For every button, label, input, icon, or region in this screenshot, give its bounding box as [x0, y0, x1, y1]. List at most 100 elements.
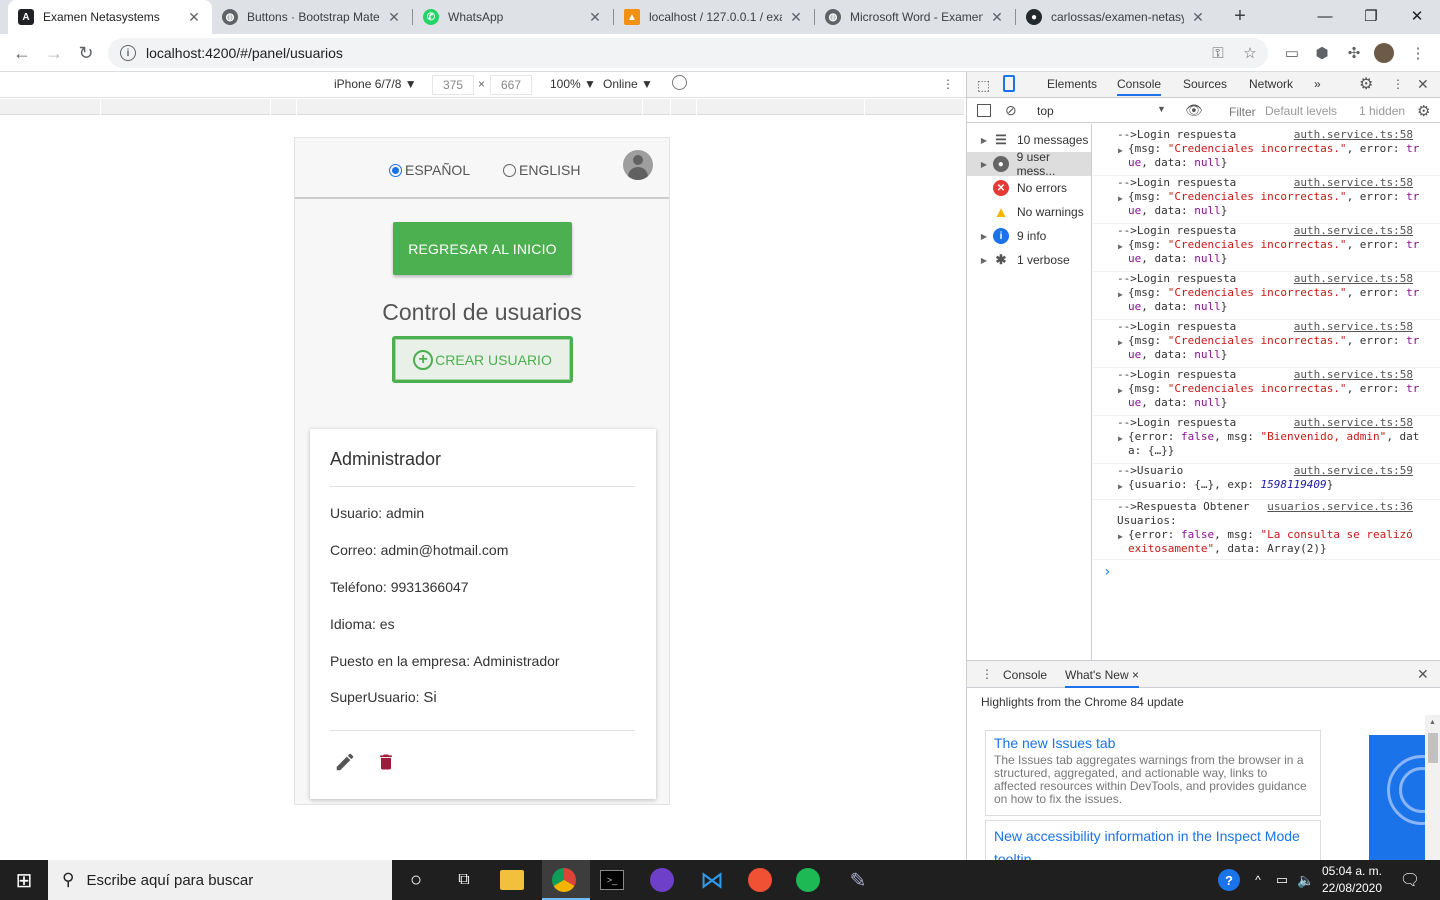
console-message[interactable]: -->Login respuesta auth.service.ts:58 ▶ … — [1093, 224, 1440, 272]
sidebar-item-errors[interactable]: ✕ No errors — [967, 176, 1091, 200]
minimize-icon[interactable]: — — [1302, 0, 1348, 32]
menu-dots-icon[interactable]: ⋮ — [1408, 43, 1428, 63]
forward-icon[interactable]: → — [40, 39, 68, 67]
whats-new-card[interactable]: The new Issues tab The Issues tab aggreg… — [985, 730, 1321, 816]
sublime-merge-icon[interactable] — [748, 868, 772, 892]
expand-object-icon[interactable]: ▶ — [1118, 242, 1123, 251]
console-message[interactable]: -->Login respuesta auth.service.ts:58 ▶ … — [1093, 416, 1440, 464]
sidebar-item-info[interactable]: ▶ i 9 info — [967, 224, 1091, 248]
create-user-button[interactable]: + CREAR USUARIO — [392, 336, 573, 383]
devtools-menu-icon[interactable]: ⋮ — [1392, 77, 1404, 91]
tab-microsoft-word[interactable]: ◍ Microsoft Word - Examen ✕ — [815, 0, 1015, 34]
bookmark-star-icon[interactable]: ☆ — [1240, 43, 1260, 63]
back-icon[interactable]: ← — [8, 39, 36, 67]
network-throttle-select[interactable]: Online ▼ — [603, 77, 653, 91]
drawer-tab-console[interactable]: Console — [1003, 668, 1047, 682]
lang-en-radio[interactable]: ENGLISH — [503, 162, 580, 178]
close-tab-icon[interactable]: ✕ — [989, 9, 1005, 26]
drawer-menu-icon[interactable]: ⋮ — [981, 667, 993, 681]
more-tabs-chevron[interactable]: » — [1314, 77, 1321, 91]
expand-object-icon[interactable]: ▶ — [1118, 532, 1123, 541]
close-devtools-icon[interactable]: ✕ — [1417, 76, 1429, 93]
rotate-icon[interactable] — [672, 75, 687, 90]
console-settings-icon[interactable]: ⚙ — [1417, 102, 1430, 120]
device-width-input[interactable]: 375 — [432, 75, 474, 95]
console-message[interactable]: -->Login respuesta auth.service.ts:58 ▶ … — [1093, 128, 1440, 176]
console-message[interactable]: -->Login respuesta auth.service.ts:58 ▶ … — [1093, 368, 1440, 416]
close-window-icon[interactable]: ✕ — [1394, 0, 1440, 32]
expand-object-icon[interactable]: ▶ — [1118, 146, 1123, 155]
log-source-link[interactable]: auth.service.ts:58 — [1294, 128, 1413, 142]
eye-icon[interactable]: 👁 — [1185, 102, 1203, 119]
close-tab-icon[interactable]: ✕ — [186, 9, 202, 26]
console-prompt[interactable]: › — [1103, 564, 1111, 580]
log-source-link[interactable]: auth.service.ts:58 — [1294, 176, 1413, 190]
tab-examen-netasystems[interactable]: A Examen Netasystems ✕ — [8, 0, 212, 34]
file-explorer-icon[interactable] — [500, 870, 524, 890]
device-select[interactable]: iPhone 6/7/8 ▼ — [334, 77, 417, 91]
whats-new-title[interactable]: The new Issues tab — [994, 735, 1312, 751]
windows-start-icon[interactable]: ⊞ — [10, 866, 38, 894]
edit-pencil-icon[interactable] — [334, 751, 356, 773]
settings-gear-icon[interactable]: ⚙ — [1359, 74, 1373, 94]
tab-console[interactable]: Console — [1117, 77, 1162, 96]
tab-elements[interactable]: Elements — [1047, 77, 1097, 91]
media-query-ruler[interactable] — [0, 99, 964, 115]
drawer-tab-whats-new[interactable]: What's New × — [1065, 668, 1139, 688]
clear-console-icon[interactable]: ⊘ — [1005, 102, 1017, 119]
sidebar-toggle-icon[interactable] — [977, 104, 991, 117]
console-message[interactable]: -->Usuario auth.service.ts:59 ▶ {usuario… — [1093, 464, 1440, 500]
tab-sources[interactable]: Sources — [1183, 77, 1227, 91]
log-source-link[interactable]: auth.service.ts:58 — [1294, 416, 1413, 430]
log-source-link[interactable]: auth.service.ts:58 — [1294, 224, 1413, 238]
expand-object-icon[interactable]: ▶ — [1118, 386, 1123, 395]
close-tab-icon[interactable]: ✕ — [788, 9, 804, 26]
cortana-icon[interactable]: ○ — [402, 866, 430, 894]
tab-buttons-bootstrap[interactable]: ◍ Buttons · Bootstrap Mater ✕ — [212, 0, 412, 34]
console-filter-input[interactable]: Filter — [1229, 105, 1256, 119]
drawer-scrollbar[interactable]: ▲ — [1425, 715, 1440, 861]
console-message[interactable]: -->Respuesta Obtener usuarios.service.ts… — [1093, 500, 1440, 560]
notifications-icon[interactable]: 🗨 — [1396, 866, 1424, 894]
sidebar-item-messages[interactable]: ▶ ☰ 10 messages — [967, 128, 1091, 152]
close-tab-icon[interactable]: ✕ — [386, 9, 402, 26]
extensions-puzzle-icon[interactable]: ✣ — [1344, 43, 1364, 63]
back-to-home-button[interactable]: REGRESAR AL INICIO — [393, 222, 572, 275]
device-height-input[interactable]: 667 — [490, 75, 532, 95]
tab-github[interactable]: ● carlossas/examen-netasys ✕ — [1016, 0, 1216, 34]
reload-icon[interactable]: ↻ — [72, 39, 100, 67]
tab-whatsapp[interactable]: ✆ WhatsApp ✕ — [413, 0, 613, 34]
profile-avatar[interactable] — [1374, 43, 1394, 63]
sidebar-item-verbose[interactable]: ▶ ✱ 1 verbose — [967, 248, 1091, 272]
expand-object-icon[interactable]: ▶ — [1118, 338, 1123, 347]
close-tab-icon[interactable]: ✕ — [587, 9, 603, 26]
site-info-icon[interactable]: i — [120, 45, 136, 61]
address-bar[interactable]: i localhost:4200/#/panel/usuarios — [108, 38, 1268, 68]
chrome-icon[interactable] — [552, 868, 576, 892]
expand-object-icon[interactable]: ▶ — [1118, 290, 1123, 299]
task-view-icon[interactable]: ⧉ — [450, 866, 478, 894]
github-desktop-icon[interactable] — [650, 868, 674, 892]
taskbar-clock[interactable]: 05:04 a. m. 22/08/2020 — [1316, 863, 1388, 897]
console-message[interactable]: -->Login respuesta auth.service.ts:58 ▶ … — [1093, 272, 1440, 320]
log-levels-select[interactable]: Default levels — [1265, 104, 1337, 118]
log-source-link[interactable]: auth.service.ts:58 — [1294, 368, 1413, 382]
zoom-select[interactable]: 100% ▼ — [550, 77, 596, 91]
scroll-up-icon[interactable]: ▲ — [1429, 719, 1436, 726]
new-tab-button[interactable]: + — [1228, 5, 1252, 29]
lang-es-radio[interactable]: ESPAÑOL — [389, 162, 470, 178]
device-mode-icon[interactable] — [1003, 75, 1015, 92]
terminal-icon[interactable]: >_ — [600, 870, 624, 890]
close-tab-icon[interactable]: ✕ — [1190, 9, 1206, 26]
restore-icon[interactable]: ❐ — [1348, 0, 1394, 32]
context-dropdown-icon[interactable]: ▼ — [1157, 104, 1166, 114]
help-icon[interactable]: ? — [1218, 869, 1240, 891]
spotify-icon[interactable] — [796, 868, 820, 892]
log-source-link[interactable]: auth.service.ts:58 — [1294, 320, 1413, 334]
taskbar-search[interactable]: ⚲ Escribe aquí para buscar — [48, 860, 392, 900]
expand-object-icon[interactable]: ▶ — [1118, 482, 1123, 491]
sidebar-item-warnings[interactable]: ▲ No warnings — [967, 200, 1091, 224]
scrollbar-thumb[interactable] — [1428, 733, 1438, 763]
console-message[interactable]: -->Login respuesta auth.service.ts:58 ▶ … — [1093, 176, 1440, 224]
paint-icon[interactable]: ✎ — [844, 866, 872, 894]
